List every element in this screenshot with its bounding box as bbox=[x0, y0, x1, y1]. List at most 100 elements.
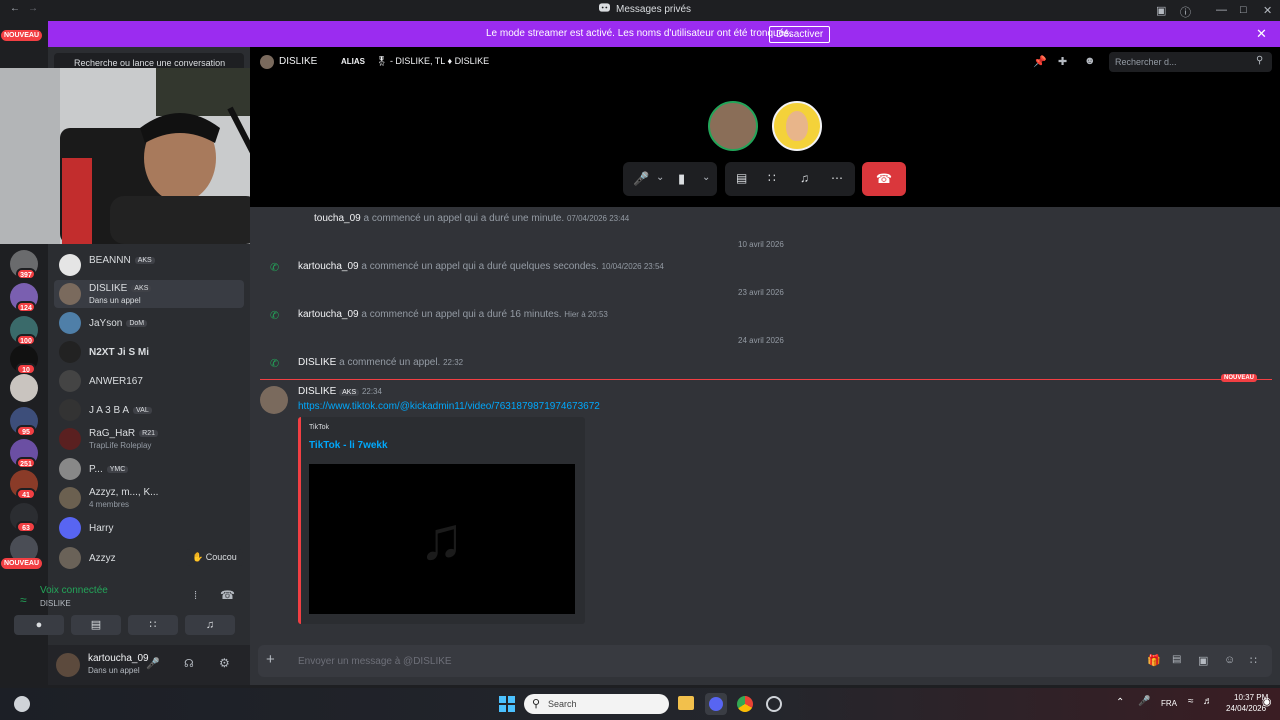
server-icon[interactable]: 63 bbox=[10, 503, 38, 533]
message-author[interactable]: DISLIKE AKS 22:34 bbox=[298, 386, 382, 397]
search-input[interactable]: Rechercher d... ⚲ bbox=[1109, 52, 1272, 72]
server-icon[interactable]: 10 bbox=[10, 345, 38, 375]
file-explorer-icon[interactable] bbox=[678, 696, 694, 710]
notification-icon[interactable]: ◉ bbox=[1262, 695, 1272, 708]
wifi-icon[interactable]: ≈ bbox=[1188, 696, 1194, 707]
hang-up-button[interactable]: ☎ bbox=[862, 162, 906, 196]
avatar[interactable] bbox=[56, 653, 80, 677]
system-message: kartoucha_09 a commencé un appel qui a d… bbox=[298, 309, 608, 320]
camera-off-icon[interactable]: ▮ bbox=[678, 171, 685, 187]
participant-avatar[interactable] bbox=[772, 101, 822, 151]
system-message: toucha_09 a commencé un appel qui a duré… bbox=[314, 213, 630, 224]
sticker-icon[interactable]: ▣ bbox=[1198, 654, 1208, 667]
message-link[interactable]: https://www.tiktok.com/@kickadmin11/vide… bbox=[298, 401, 600, 412]
emoji-icon[interactable]: ☺ bbox=[1224, 654, 1235, 666]
close-window-icon[interactable]: ✕ bbox=[1263, 4, 1272, 17]
new-messages-divider bbox=[260, 379, 1272, 380]
date-divider: 24 avril 2026 bbox=[738, 336, 784, 345]
avatar bbox=[59, 399, 81, 421]
gear-icon[interactable]: ⚙ bbox=[219, 656, 230, 670]
microphone-icon[interactable]: 🎤 bbox=[1138, 696, 1150, 707]
username: kartoucha_09 bbox=[88, 653, 149, 664]
noise-icon[interactable]: ⁞ bbox=[194, 590, 197, 602]
voice-channel: DISLIKE bbox=[40, 599, 71, 608]
date-divider: 10 avril 2026 bbox=[738, 240, 784, 249]
windows-start-icon[interactable] bbox=[499, 696, 515, 717]
taskbar-search[interactable]: ⚲ Search bbox=[524, 694, 669, 714]
screen-share-button[interactable]: ▤ bbox=[71, 615, 121, 635]
server-icon[interactable]: 100 bbox=[10, 316, 38, 346]
participant-avatar[interactable] bbox=[708, 101, 758, 151]
forward-arrow-icon[interactable]: → bbox=[28, 3, 38, 14]
message-composer[interactable]: + Envoyer un message à @DISLIKE 🎁 ▤ ▣ ☺ … bbox=[258, 645, 1272, 677]
camera-off-button[interactable]: ● bbox=[14, 615, 64, 635]
profile-icon[interactable]: ☻ bbox=[1084, 55, 1096, 67]
activities-icon[interactable]: ∷ bbox=[768, 171, 776, 185]
dm-item-group[interactable]: Azzyz, m..., K... 4 membres bbox=[54, 484, 244, 512]
chevron-down-icon[interactable]: ⌄ bbox=[656, 172, 664, 183]
server-icon[interactable] bbox=[10, 374, 38, 402]
signal-icon: ≈ bbox=[20, 593, 27, 607]
call-mic-group: 🎤 ⌄ ▮ ⌄ bbox=[623, 162, 717, 196]
avatar[interactable] bbox=[260, 386, 288, 414]
dm-item-azzyz[interactable]: Azzyz ✋ Coucou bbox=[54, 544, 244, 572]
dm-item-jayson[interactable]: JaYson DoM bbox=[54, 309, 244, 337]
wave-coucou-button[interactable]: ✋ Coucou bbox=[186, 549, 243, 566]
add-attachment-icon[interactable]: + bbox=[266, 651, 275, 668]
gift-icon[interactable]: 🎁 bbox=[1147, 654, 1161, 667]
server-icon[interactable]: 397 bbox=[10, 250, 38, 280]
dm-item-dislike[interactable]: DISLIKE AKS Dans un appel bbox=[54, 280, 244, 308]
minimize-icon[interactable]: — bbox=[1216, 4, 1227, 16]
microphone-icon[interactable]: 🎤 bbox=[633, 171, 649, 187]
embed-video[interactable]: ♫ bbox=[309, 464, 575, 614]
windows-taskbar: ⚲ Search ⌃ 🎤 FRA ≈ ♬ 10:37 PM 24/04/2026… bbox=[0, 688, 1280, 720]
dm-title: DISLIKE bbox=[279, 56, 318, 67]
dm-item-harry[interactable]: Harry bbox=[54, 514, 244, 542]
headphones-icon[interactable]: ☊ bbox=[184, 657, 194, 670]
inbox-icon[interactable]: ▣ bbox=[1156, 4, 1166, 17]
microphone-icon[interactable]: 🎤 bbox=[146, 657, 160, 670]
chevron-down-icon[interactable]: ⌄ bbox=[702, 172, 710, 183]
server-icon[interactable]: 251 bbox=[10, 439, 38, 469]
avatar bbox=[59, 458, 81, 480]
clock-date[interactable]: 24/04/2026 bbox=[1226, 704, 1266, 713]
dm-item-p[interactable]: P... YMC bbox=[54, 455, 244, 483]
volume-icon[interactable]: ♬ bbox=[1203, 696, 1213, 707]
widgets-icon[interactable] bbox=[14, 696, 30, 712]
app-icon[interactable] bbox=[766, 696, 782, 712]
window-title: Messages privés bbox=[616, 4, 692, 15]
disconnect-icon[interactable]: ☎ bbox=[220, 588, 235, 602]
avatar bbox=[59, 517, 81, 539]
gif-icon[interactable]: ▤ bbox=[1172, 654, 1181, 665]
screen-share-icon[interactable]: ▤ bbox=[736, 171, 747, 185]
add-friend-icon[interactable]: ✚ bbox=[1058, 55, 1067, 68]
server-icon[interactable]: 95 bbox=[10, 407, 38, 437]
apps-icon[interactable]: ∷ bbox=[1250, 654, 1257, 667]
dm-item-beannn[interactable]: BEANNN AKS bbox=[54, 251, 244, 279]
message-input[interactable]: Envoyer un message à @DISLIKE bbox=[298, 656, 452, 667]
soundboard-button[interactable]: ♫ bbox=[185, 615, 235, 635]
language-indicator[interactable]: FRA bbox=[1161, 699, 1177, 708]
activities-button[interactable]: ∷ bbox=[128, 615, 178, 635]
dm-header: DISLIKE ALIAS 🎖 - DISLIKE, TL ♦ DISLIKE … bbox=[250, 47, 1280, 77]
help-icon[interactable]: ⓘ bbox=[1180, 4, 1191, 20]
server-icon[interactable]: 41 bbox=[10, 470, 38, 500]
back-arrow-icon[interactable]: ← bbox=[10, 3, 20, 14]
maximize-icon[interactable]: □ bbox=[1240, 4, 1247, 16]
disable-streamer-button[interactable]: Désactiver bbox=[769, 26, 831, 43]
chat-area: toucha_09 a commencé un appel qui a duré… bbox=[250, 207, 1280, 685]
user-status: Dans un appel bbox=[88, 666, 140, 675]
close-banner-icon[interactable]: ✕ bbox=[1256, 26, 1267, 42]
dm-item-rag-har[interactable]: RaG_HaR R21 TrapLife Roleplay bbox=[54, 425, 244, 453]
embed-title[interactable]: TikTok - li 7wekk bbox=[309, 440, 388, 451]
dm-item-n2xt[interactable]: N2XT Ji S Mi bbox=[54, 338, 244, 366]
soundboard-icon[interactable]: ♫ bbox=[800, 171, 809, 185]
more-icon[interactable]: ⋯ bbox=[831, 171, 843, 185]
pin-icon[interactable]: 📌 bbox=[1033, 55, 1047, 68]
discord-taskbar-icon[interactable] bbox=[705, 693, 727, 715]
server-icon[interactable]: 124 bbox=[10, 283, 38, 313]
dm-item-jaaba[interactable]: J A 3 B A VAL bbox=[54, 396, 244, 424]
chrome-icon[interactable] bbox=[737, 696, 753, 712]
chevron-up-icon[interactable]: ⌃ bbox=[1116, 697, 1124, 708]
dm-item-anwer167[interactable]: ANWER167 bbox=[54, 367, 244, 395]
